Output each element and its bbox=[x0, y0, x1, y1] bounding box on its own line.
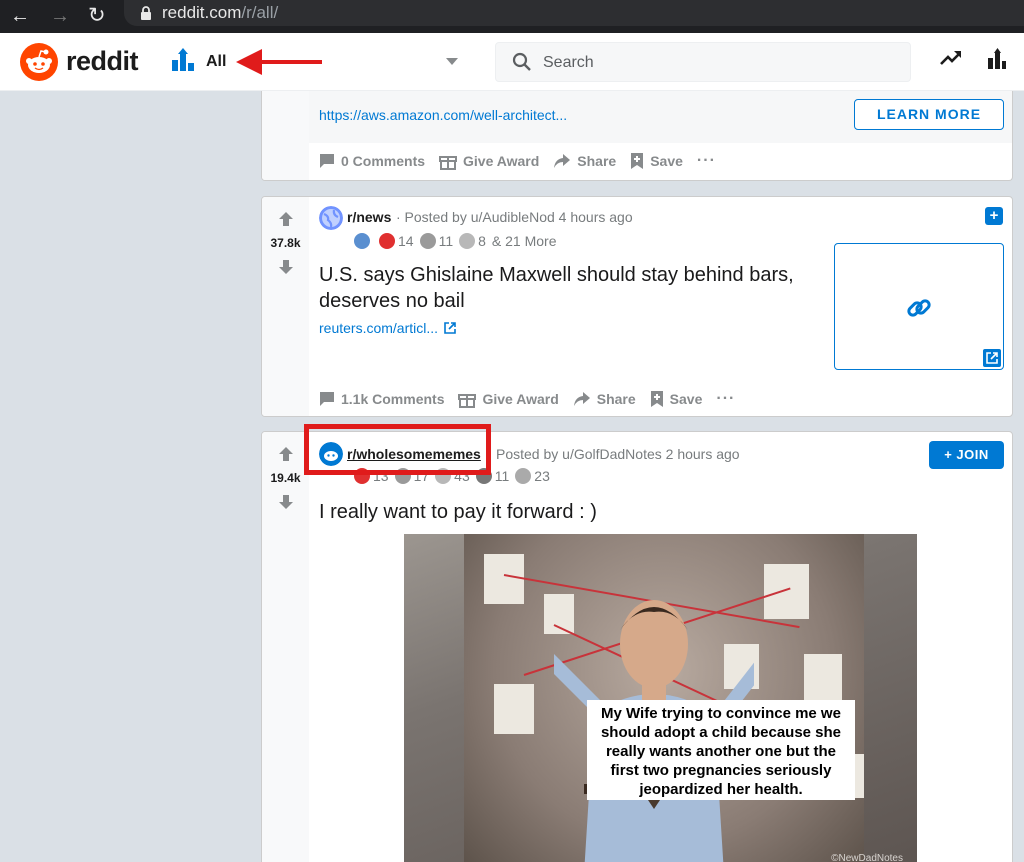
award-badge: 13 bbox=[354, 468, 389, 484]
link-thumbnail[interactable] bbox=[834, 243, 1004, 370]
vote-score: 37.8k bbox=[270, 236, 301, 250]
gift-icon bbox=[458, 394, 477, 408]
post-image[interactable]: My Wife trying to convince me we should … bbox=[404, 534, 917, 862]
upvote-icon[interactable] bbox=[278, 446, 294, 462]
meme-paper bbox=[484, 554, 524, 604]
post-meta: Posted by u/GolfDadNotes 2 hours ago bbox=[496, 446, 740, 462]
comments-button[interactable]: 1.1k Comments bbox=[319, 391, 444, 407]
subreddit-link[interactable]: r/news bbox=[347, 209, 391, 225]
comments-button[interactable]: 0 Comments bbox=[319, 153, 425, 169]
lock-icon bbox=[141, 6, 151, 20]
forward-arrow-icon[interactable]: → bbox=[50, 4, 70, 28]
award-badge: 17 bbox=[394, 468, 429, 484]
give-award-button[interactable]: Give Award bbox=[439, 152, 539, 170]
chevron-down-icon[interactable] bbox=[446, 58, 458, 65]
post-title[interactable]: U.S. says Ghislaine Maxwell should stay … bbox=[319, 262, 819, 314]
award-icon bbox=[354, 468, 370, 484]
back-arrow-icon[interactable]: ← bbox=[10, 4, 30, 28]
reddit-logo-icon[interactable] bbox=[20, 43, 58, 81]
award-icon bbox=[394, 468, 411, 484]
external-link-icon bbox=[444, 322, 456, 334]
bookmark-icon bbox=[631, 153, 644, 169]
meme-paper bbox=[494, 684, 534, 734]
award-badge: 43 bbox=[435, 468, 470, 484]
share-button[interactable]: Share bbox=[553, 153, 616, 169]
bookmark-icon bbox=[650, 391, 663, 407]
award-badge: 11 bbox=[419, 233, 453, 249]
award-badge bbox=[354, 233, 373, 249]
downvote-icon[interactable] bbox=[278, 494, 294, 510]
vote-column bbox=[262, 91, 309, 180]
all-feed-icon[interactable] bbox=[171, 48, 195, 72]
stats-icon[interactable] bbox=[987, 48, 1007, 70]
gift-icon bbox=[439, 156, 458, 170]
vote-column: 19.4k bbox=[262, 432, 309, 862]
meme-paper bbox=[764, 564, 809, 619]
share-icon bbox=[554, 154, 571, 168]
award-icon bbox=[515, 468, 532, 484]
award-icon bbox=[419, 233, 436, 249]
ad-link-bar: https://aws.amazon.com/well-architect...… bbox=[309, 91, 1012, 143]
browser-chrome: ← → ↻ reddit.com/r/all/ bbox=[0, 0, 1024, 33]
news-post-card[interactable]: 37.8k r/news · Posted by u/AudibleNod 4 … bbox=[261, 196, 1013, 417]
award-icon bbox=[354, 233, 370, 249]
feed-selector-label[interactable]: All bbox=[206, 53, 226, 71]
vote-score: 19.4k bbox=[270, 471, 301, 485]
annotation-arrow bbox=[236, 49, 322, 75]
vote-column: 37.8k bbox=[262, 197, 309, 416]
search-icon bbox=[512, 52, 531, 71]
share-button[interactable]: Share bbox=[573, 391, 636, 407]
award-icon bbox=[379, 233, 395, 249]
link-icon bbox=[907, 299, 931, 317]
promoted-post-card: https://aws.amazon.com/well-architect...… bbox=[261, 91, 1013, 181]
site-header: reddit All Search bbox=[0, 33, 1024, 91]
reload-icon[interactable]: ↻ bbox=[88, 4, 106, 28]
give-award-button[interactable]: Give Award bbox=[458, 390, 559, 408]
meme-caption: My Wife trying to convince me we should … bbox=[587, 700, 855, 800]
trending-icon[interactable] bbox=[940, 50, 962, 66]
post-title[interactable]: I really want to pay it forward : ) bbox=[319, 499, 597, 525]
awards-row[interactable]: 14 11 8 & 21 More bbox=[354, 233, 557, 249]
post-actions: 0 Comments Give Award Share Save ··· bbox=[319, 152, 730, 170]
share-icon bbox=[573, 392, 590, 406]
learn-more-button[interactable]: LEARN MORE bbox=[854, 99, 1004, 130]
search-input[interactable]: Search bbox=[495, 42, 911, 82]
save-button[interactable]: Save bbox=[630, 152, 683, 170]
downvote-icon[interactable] bbox=[278, 259, 294, 275]
subreddit-avatar-icon[interactable] bbox=[319, 442, 343, 466]
award-badge: 11 bbox=[475, 468, 509, 484]
meme-paper bbox=[804, 654, 842, 704]
award-icon bbox=[459, 233, 476, 249]
external-link-icon bbox=[983, 349, 1001, 367]
post-meta: · Posted by u/AudibleNod 4 hours ago bbox=[396, 209, 633, 225]
upvote-icon[interactable] bbox=[278, 211, 294, 227]
award-icon bbox=[475, 468, 492, 484]
ad-link[interactable]: https://aws.amazon.com/well-architect... bbox=[319, 107, 567, 123]
award-icon bbox=[435, 468, 452, 484]
globe-icon[interactable] bbox=[319, 206, 343, 230]
awards-row[interactable]: 13 17 43 11 23 bbox=[354, 468, 556, 484]
post-domain-link[interactable]: reuters.com/articl... bbox=[319, 320, 456, 336]
meme-watermark: ©NewDadNotes bbox=[831, 853, 903, 862]
add-post-button[interactable]: + bbox=[985, 207, 1003, 225]
subreddit-link[interactable]: r/wholesomememes bbox=[347, 446, 481, 462]
more-options-button[interactable]: ··· bbox=[697, 152, 716, 170]
awards-more: & 21 More bbox=[491, 233, 557, 249]
award-badge: 8 bbox=[459, 233, 486, 249]
join-button[interactable]: + JOIN bbox=[929, 441, 1004, 469]
address-url[interactable]: reddit.com/r/all/ bbox=[162, 3, 278, 23]
save-button[interactable]: Save bbox=[650, 390, 702, 408]
memes-post-card[interactable]: 19.4k r/wholesomememes Posted by u/GolfD… bbox=[261, 431, 1013, 862]
reddit-wordmark[interactable]: reddit bbox=[66, 46, 139, 77]
search-placeholder: Search bbox=[543, 54, 594, 71]
award-badge: 14 bbox=[379, 233, 414, 249]
award-badge: 23 bbox=[515, 468, 550, 484]
post-actions: 1.1k Comments Give Award Share Save ··· bbox=[319, 390, 749, 408]
comment-icon bbox=[320, 392, 334, 406]
comment-icon bbox=[320, 154, 334, 168]
more-options-button[interactable]: ··· bbox=[716, 390, 735, 408]
